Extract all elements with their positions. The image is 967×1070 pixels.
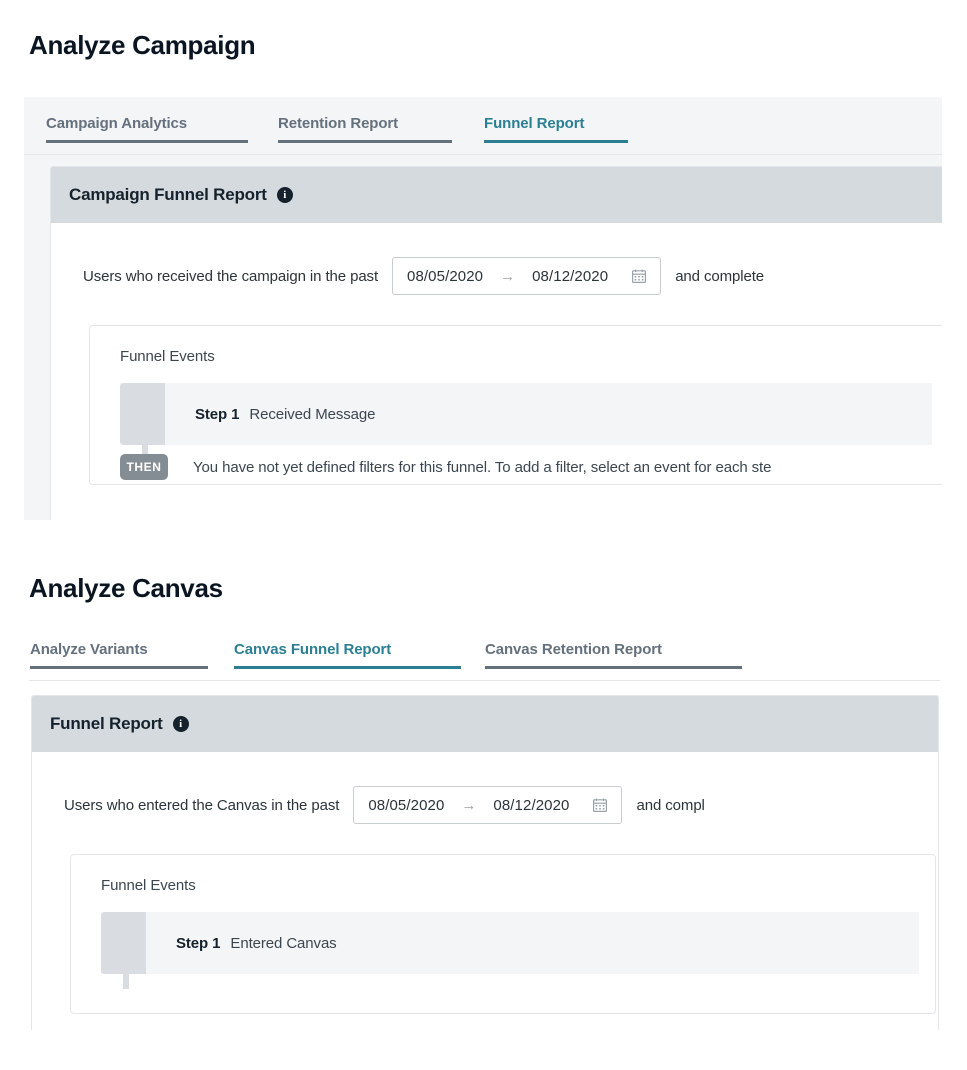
tab-underline [30,666,208,669]
tab-campaign-analytics[interactable]: Campaign Analytics [46,97,248,143]
tab-funnel-report[interactable]: Funnel Report [484,97,628,143]
tab-canvas-funnel-report[interactable]: Canvas Funnel Report [234,625,461,669]
canvas-screenshot-region: Analyze Variants Canvas Funnel Report Ca… [29,625,940,1030]
tab-label: Canvas Retention Report [485,641,662,658]
canvas-tabbar: Analyze Variants Canvas Funnel Report Ca… [29,625,940,681]
info-icon[interactable]: i [172,716,189,732]
step-event-label: Received Message [249,405,376,423]
tabbar-divider [29,680,940,681]
canvas-funnel-panel: Funnel Report i Users who entered the Ca… [31,695,939,1030]
then-badge: THEN [120,454,168,480]
funnel-step-row[interactable]: Step 1 Received Message [120,383,932,445]
tab-underline [278,140,452,143]
tab-underline [485,666,742,669]
date-range-start: 08/05/2020 [368,796,445,814]
funnel-events-label: Funnel Events [101,877,196,894]
tab-underline [484,140,628,143]
date-range-end: 08/12/2020 [493,796,570,814]
campaign-funnel-panel: Campaign Funnel Report i Users who recei… [50,166,942,520]
funnel-step-row[interactable]: Step 1 Entered Canvas [101,912,919,974]
panel-header: Funnel Report i [32,696,938,752]
date-range-picker[interactable]: 08/05/2020 → 08/12/2020 [353,786,623,824]
tab-retention-report[interactable]: Retention Report [278,97,452,143]
calendar-icon[interactable] [632,269,647,283]
canvas-query-row: Users who entered the Canvas in the past… [32,786,938,824]
funnel-events-label: Funnel Events [120,348,215,365]
tab-canvas-retention-report[interactable]: Canvas Retention Report [485,625,742,669]
step-event-label: Entered Canvas [230,934,337,952]
funnel-events-box: Funnel Events Step 1 Entered Canvas [70,854,936,1014]
tabbar-divider [24,154,942,155]
campaign-screenshot-region: Campaign Analytics Retention Report Funn… [24,97,942,520]
panel-title: Campaign Funnel Report [69,185,267,204]
tab-analyze-variants[interactable]: Analyze Variants [30,625,208,669]
tab-label: Campaign Analytics [46,115,188,132]
info-icon[interactable]: i [276,187,293,203]
step-connector-line [123,957,129,989]
arrow-right-icon: → [500,267,516,285]
tab-label: Funnel Report [484,115,585,132]
funnel-events-box: Funnel Events Step 1 Received Message TH… [89,325,942,485]
query-suffix-label: and compl [636,796,705,814]
tab-label: Canvas Funnel Report [234,641,392,658]
tab-underline [234,666,461,669]
panel-body: Users who entered the Canvas in the past… [32,752,938,1014]
tab-label: Retention Report [278,115,399,132]
campaign-tabbar: Campaign Analytics Retention Report Funn… [24,97,942,155]
tab-label: Analyze Variants [30,641,148,658]
panel-title: Funnel Report [50,714,163,733]
date-range-start: 08/05/2020 [407,267,484,285]
panel-header: Campaign Funnel Report i [51,167,942,223]
then-filter-row: THEN You have not yet defined filters fo… [120,454,771,480]
campaign-query-row: Users who received the campaign in the p… [51,257,942,295]
step-number-label: Step 1 [176,934,221,952]
step-number-label: Step 1 [195,405,240,423]
date-range-picker[interactable]: 08/05/2020 → 08/12/2020 [392,257,662,295]
panel-body: Users who received the campaign in the p… [51,223,942,485]
tab-underline [46,140,248,143]
query-prefix-label: Users who entered the Canvas in the past [64,796,340,814]
no-filters-message: You have not yet defined filters for thi… [193,458,772,476]
screenshot-page: Analyze Campaign Campaign Analytics Rete… [0,0,967,1070]
date-range-end: 08/12/2020 [532,267,609,285]
query-suffix-label: and complete [675,267,765,285]
page-title-analyze-canvas: Analyze Canvas [29,573,223,603]
query-prefix-label: Users who received the campaign in the p… [83,267,379,285]
arrow-right-icon: → [461,796,477,814]
page-title-analyze-campaign: Analyze Campaign [29,30,256,60]
calendar-icon[interactable] [593,798,608,812]
